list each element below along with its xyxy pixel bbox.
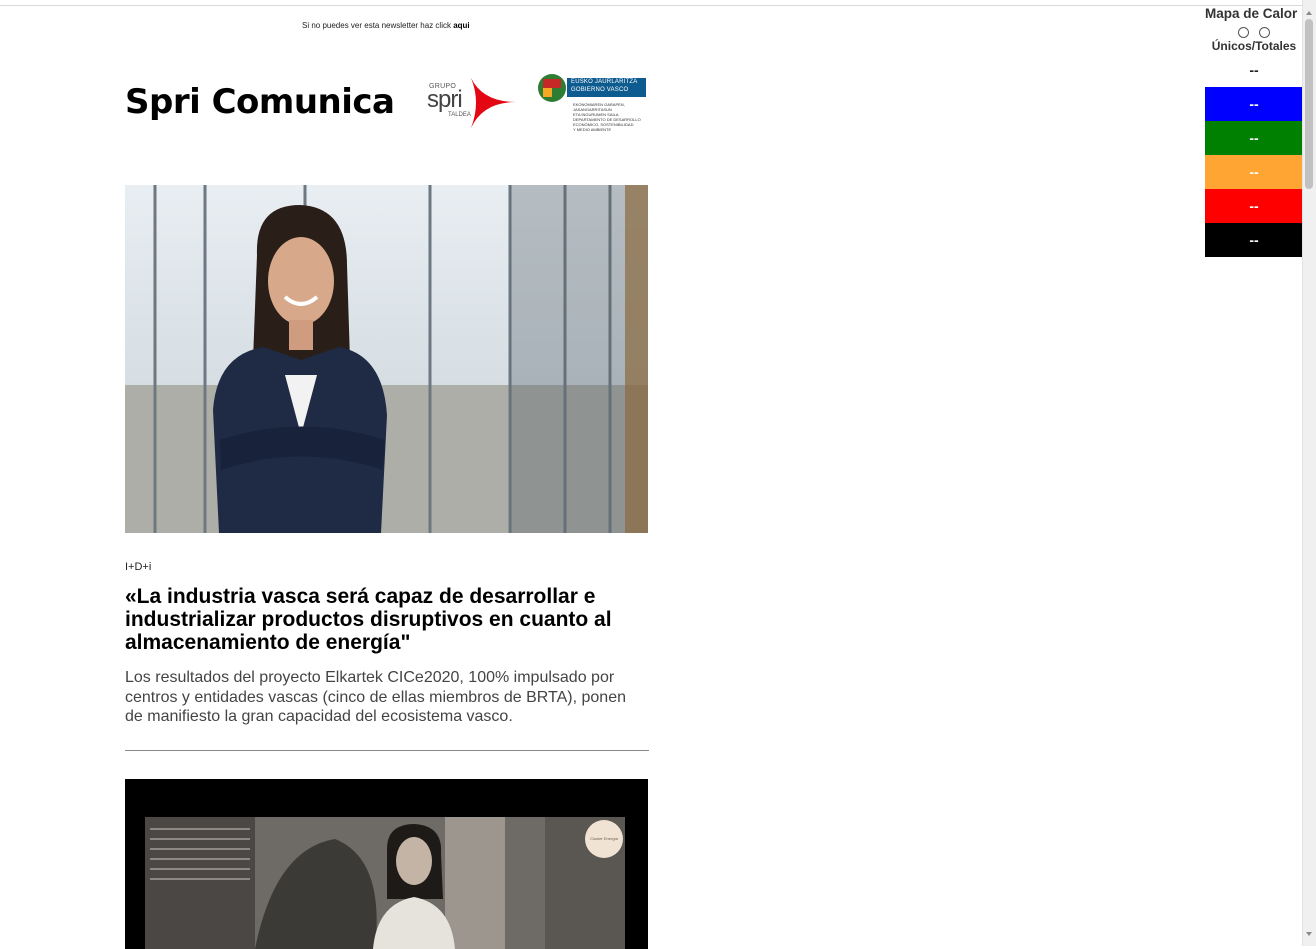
spri-logo[interactable]: GRUPO spri TALDEA bbox=[425, 74, 520, 130]
heatmap-row-orange: -- bbox=[1205, 155, 1303, 189]
gov-logo-line1: EUSKO JAURLARITZA bbox=[571, 79, 638, 85]
preheader-link[interactable]: aqui bbox=[453, 21, 469, 30]
scroll-up-icon[interactable] bbox=[1306, 11, 1312, 15]
article-category: I+D+i bbox=[125, 561, 152, 573]
hero-image[interactable] bbox=[125, 185, 648, 533]
spri-logo-word: spri bbox=[427, 86, 463, 113]
top-rule bbox=[0, 5, 1316, 6]
heatmap-row-black: -- bbox=[1205, 223, 1303, 257]
spri-logo-taldea: TALDEA bbox=[448, 112, 471, 118]
heatmap-row-blue: -- bbox=[1205, 87, 1303, 121]
article-headline[interactable]: «La industria vasca será capaz de desarr… bbox=[125, 585, 648, 654]
page-scrollbar[interactable] bbox=[1302, 0, 1316, 946]
hero-photo bbox=[125, 185, 648, 533]
heatmap-mode-label: Únicos/Totales bbox=[1211, 39, 1297, 53]
gobierno-vasco-logo[interactable]: EUSKO JAURLARITZA GOBIERNO VASCO EKONOMI… bbox=[537, 73, 649, 133]
radio-total[interactable] bbox=[1259, 27, 1270, 38]
heatmap-title[interactable]: Mapa de Calor bbox=[1205, 6, 1303, 21]
coat-of-arms-icon bbox=[538, 74, 566, 102]
heatmap-row-red: -- bbox=[1205, 189, 1303, 223]
article-divider bbox=[125, 750, 649, 751]
gov-logo-line2: GOBIERNO VASCO bbox=[571, 87, 629, 93]
scrollbar-thumb[interactable] bbox=[1305, 19, 1313, 189]
dept-line: Y MEDIO AMBIENTE bbox=[573, 127, 612, 132]
video-thumbnail[interactable]: Cluster Energía bbox=[125, 779, 648, 949]
heatmap-row-green: -- bbox=[1205, 121, 1303, 155]
heatmap-panel: Mapa de Calor Únicos/Totales -- -- -- --… bbox=[1205, 0, 1303, 258]
gov-logo-department: EKONOMIAREN GARAPEN, JASANGARRITASUN ETA… bbox=[573, 102, 649, 132]
preheader: Si no puedes ver esta newsletter haz cli… bbox=[302, 21, 470, 30]
scroll-down-icon[interactable] bbox=[1306, 932, 1312, 936]
heatmap-row-white: -- bbox=[1205, 53, 1303, 87]
article-summary: Los resultados del proyecto Elkartek CIC… bbox=[125, 669, 626, 725]
preheader-text: Si no puedes ver esta newsletter haz cli… bbox=[302, 21, 454, 30]
radio-unique[interactable] bbox=[1238, 27, 1249, 38]
video-frame bbox=[145, 817, 625, 949]
gov-logo-bar: EUSKO JAURLARITZA GOBIERNO VASCO bbox=[567, 78, 646, 97]
video-badge-text: Cluster Energía bbox=[590, 836, 618, 841]
masthead-title: Spri Comunica bbox=[125, 82, 395, 122]
